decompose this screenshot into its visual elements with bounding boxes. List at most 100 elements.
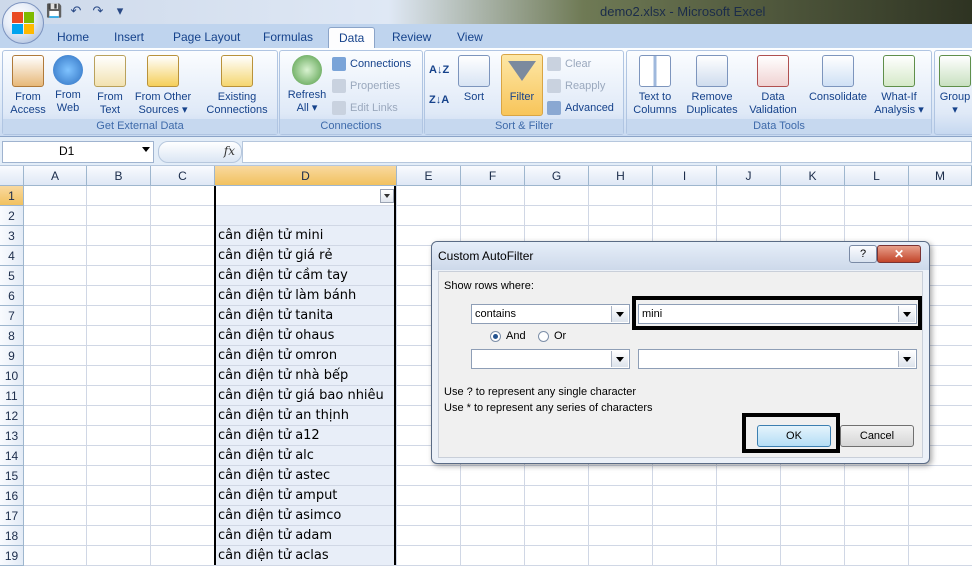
formula-input[interactable] [242, 141, 972, 163]
cell-d18[interactable]: cân điện tử adam [218, 526, 332, 546]
tab-page-layout[interactable]: Page Layout [163, 27, 250, 47]
chevron-down-icon[interactable] [611, 306, 628, 322]
highlight-ok-button [742, 413, 840, 453]
from-other-sources-button[interactable]: From Other Sources ▾ [133, 55, 193, 117]
cell-d9[interactable]: cân điện tử omron [218, 346, 337, 366]
tab-data[interactable]: Data [328, 27, 376, 48]
cancel-button[interactable]: Cancel [840, 425, 914, 447]
operator1-select[interactable]: contains [471, 304, 630, 324]
redo-icon[interactable]: ↷ [90, 3, 106, 19]
row-header-4[interactable]: 4 [0, 246, 24, 266]
advanced-button[interactable]: Advanced [547, 99, 614, 117]
value2-combo[interactable] [638, 349, 917, 369]
column-header-c[interactable]: C [151, 166, 215, 186]
cell-d4[interactable]: cân điện tử giá rẻ [218, 246, 333, 266]
cell-d11[interactable]: cân điện tử giá bao nhiêu [218, 386, 384, 406]
undo-icon[interactable]: ↶ [68, 3, 84, 19]
clear-button[interactable]: Clear [547, 55, 591, 73]
tab-view[interactable]: View [447, 27, 493, 47]
row-header-17[interactable]: 17 [0, 506, 24, 526]
sort-button[interactable]: Sort [449, 55, 499, 104]
group-button[interactable]: Group ▾ [935, 55, 972, 117]
row-header-2[interactable]: 2 [0, 206, 24, 226]
cell-d8[interactable]: cân điện tử ohaus [218, 326, 334, 346]
row-header-8[interactable]: 8 [0, 326, 24, 346]
cell-d6[interactable]: cân điện tử làm bánh [218, 286, 356, 306]
cell-d19[interactable]: cân điện tử aclas [218, 546, 329, 566]
close-icon[interactable]: ✕ [877, 245, 921, 263]
column-header-a[interactable]: A [24, 166, 87, 186]
column-header-b[interactable]: B [87, 166, 151, 186]
row-header-9[interactable]: 9 [0, 346, 24, 366]
row-header-19[interactable]: 19 [0, 546, 24, 566]
tab-insert[interactable]: Insert [104, 27, 154, 47]
column-header-j[interactable]: J [717, 166, 781, 186]
what-if-analysis-button[interactable]: What-If Analysis ▾ [873, 55, 925, 117]
filter-button[interactable]: Filter [501, 54, 543, 116]
connections-button[interactable]: Connections [332, 55, 411, 73]
customize-qat-icon[interactable]: ▾ [112, 3, 128, 19]
globe-icon [53, 55, 83, 85]
office-button[interactable] [2, 2, 44, 44]
cell-d5[interactable]: cân điện tử cầm tay [218, 266, 348, 286]
select-all-corner[interactable] [0, 166, 24, 186]
row-header-5[interactable]: 5 [0, 266, 24, 286]
cell-d16[interactable]: cân điện tử amput [218, 486, 337, 506]
from-text-button[interactable]: From Text [85, 55, 135, 117]
row-header-11[interactable]: 11 [0, 386, 24, 406]
sort-az-icon[interactable]: A↓Z [429, 61, 449, 79]
save-icon[interactable]: 💾 [46, 3, 62, 19]
row-header-1[interactable]: 1 [0, 186, 24, 206]
cell-d7[interactable]: cân điện tử tanita [218, 306, 333, 326]
row-header-16[interactable]: 16 [0, 486, 24, 506]
tab-home[interactable]: Home [47, 27, 99, 47]
row-header-6[interactable]: 6 [0, 286, 24, 306]
column-header-k[interactable]: K [781, 166, 845, 186]
refresh-all-button[interactable]: Refresh All ▾ [282, 55, 332, 115]
column-header-h[interactable]: H [589, 166, 653, 186]
column-header-i[interactable]: I [653, 166, 717, 186]
consolidate-button[interactable]: Consolidate [805, 55, 871, 104]
name-box[interactable]: D1 [2, 141, 154, 163]
and-radio[interactable] [490, 331, 501, 342]
row-header-3[interactable]: 3 [0, 226, 24, 246]
row-header-10[interactable]: 10 [0, 366, 24, 386]
autofilter-dropdown-icon[interactable] [380, 189, 394, 203]
sort-za-icon[interactable]: Z↓A [429, 91, 449, 109]
tab-review[interactable]: Review [382, 27, 441, 47]
column-header-g[interactable]: G [525, 166, 589, 186]
existing-connections-button[interactable]: Existing Connections [201, 55, 273, 117]
cell-d12[interactable]: cân điện tử an thịnh [218, 406, 349, 426]
reapply-button[interactable]: Reapply [547, 77, 605, 95]
edit-links-icon [332, 101, 346, 115]
row-header-12[interactable]: 12 [0, 406, 24, 426]
row-header-13[interactable]: 13 [0, 426, 24, 446]
column-header-e[interactable]: E [397, 166, 461, 186]
chevron-down-icon[interactable] [611, 351, 628, 367]
row-header-18[interactable]: 18 [0, 526, 24, 546]
cell-d17[interactable]: cân điện tử asimco [218, 506, 341, 526]
row-header-7[interactable]: 7 [0, 306, 24, 326]
column-header-d[interactable]: D [215, 166, 397, 186]
help-icon[interactable]: ? [849, 245, 877, 263]
text-to-columns-button[interactable]: Text to Columns [629, 55, 681, 117]
operator2-select[interactable] [471, 349, 630, 369]
edit-links-button[interactable]: Edit Links [332, 99, 398, 117]
column-header-m[interactable]: M [909, 166, 972, 186]
fx-icon[interactable]: fx [224, 144, 235, 158]
row-header-14[interactable]: 14 [0, 446, 24, 466]
column-header-l[interactable]: L [845, 166, 909, 186]
column-header-f[interactable]: F [461, 166, 525, 186]
cell-d15[interactable]: cân điện tử astec [218, 466, 330, 486]
remove-duplicates-button[interactable]: Remove Duplicates [683, 55, 741, 117]
gridline-horizontal [24, 485, 972, 486]
tab-formulas[interactable]: Formulas [253, 27, 323, 47]
cell-d3[interactable]: cân điện tử mini [218, 226, 323, 246]
cell-d13[interactable]: cân điện tử a12 [218, 426, 320, 446]
or-radio[interactable] [538, 331, 549, 342]
properties-button[interactable]: Properties [332, 77, 400, 95]
chevron-down-icon[interactable] [898, 351, 915, 367]
row-header-15[interactable]: 15 [0, 466, 24, 486]
cell-d10[interactable]: cân điện tử nhà bếp [218, 366, 348, 386]
cell-d14[interactable]: cân điện tử alc [218, 446, 314, 466]
